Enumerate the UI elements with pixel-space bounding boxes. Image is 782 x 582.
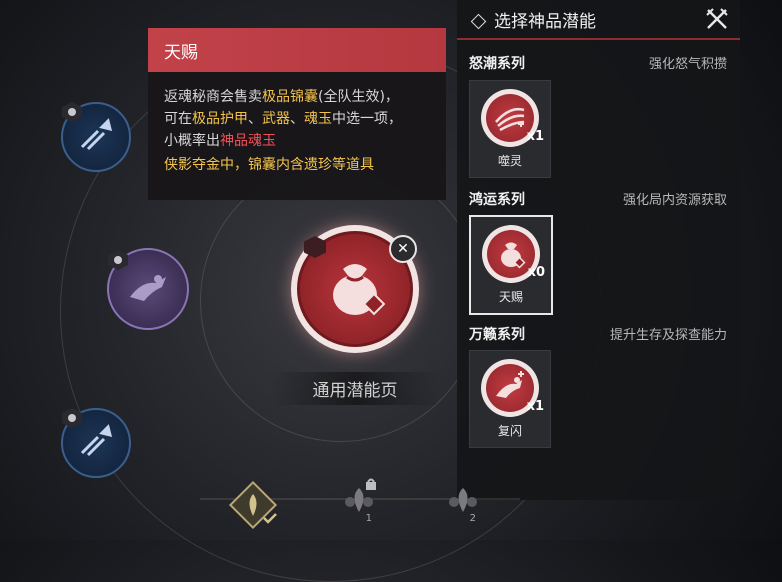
tooltip-text: 返魂秘商会售卖	[164, 89, 262, 105]
tooltip-text: 、	[248, 111, 262, 127]
panel-title-wrap: 选择神品潜能	[470, 7, 596, 32]
card-count: x0	[527, 265, 545, 280]
panel-header: 选择神品潜能	[457, 0, 740, 40]
tooltip-title: 天赐	[164, 42, 198, 63]
page-label: 通用潜能页	[270, 372, 440, 405]
card-label: 天赐	[498, 290, 523, 304]
section-desc: 强化怒气积攒	[648, 57, 727, 72]
page-number: 2	[469, 513, 476, 524]
page-tab-locked-1[interactable]: 1	[338, 478, 380, 524]
tooltip-line-1: 返魂秘商会售卖极品锦囊(全队生效)，	[164, 86, 430, 108]
tooltip-text: 可在	[164, 111, 192, 127]
section-header: 怒潮系列 强化怒气积攒	[469, 53, 727, 75]
section-desc: 强化局内资源获取	[622, 193, 727, 208]
close-icon[interactable]: ✕	[389, 235, 417, 263]
tooltip-highlight: 武器	[262, 111, 290, 127]
tooltip-line-2: 可在极品护甲、武器、魂玉中选一项，	[164, 108, 430, 130]
potential-panel: 选择神品潜能 怒潮系列 强化怒气积攒 x1 噬灵 鸿运系列 强化局内资源获取 x…	[457, 0, 740, 500]
lucky-bag-icon	[333, 264, 386, 316]
crest-icon	[228, 480, 278, 530]
tooltip-highlight-red: 神品魂玉	[220, 133, 276, 149]
page-number: 1	[365, 513, 372, 524]
tooltip-note: 侠影夺金中，锦囊内含遗珍等道具	[164, 157, 374, 173]
potential-card[interactable]: x1 复闪	[469, 350, 551, 448]
lucky-bag-icon	[501, 242, 526, 269]
page-tab-locked-2[interactable]: 2	[442, 478, 484, 524]
tooltip-highlight: 魂玉	[304, 111, 332, 127]
tooltip-text: 、	[290, 111, 304, 127]
diamond-icon	[470, 13, 487, 30]
card-label: 噬灵	[497, 154, 522, 168]
tooltip-text: (全队生效)，	[318, 89, 399, 105]
section-name: 怒潮系列	[469, 56, 525, 72]
section-name: 鸿运系列	[469, 192, 525, 208]
tooltip-highlight: 极品护甲	[192, 111, 248, 127]
tooltip-header: 天赐	[148, 28, 446, 72]
card-count: x1	[526, 129, 544, 144]
section-desc: 提升生存及探查能力	[609, 328, 727, 343]
tooltip-text: 小概率出	[164, 133, 220, 149]
dash-figure-icon	[130, 275, 166, 301]
locked-crest-icon	[345, 478, 376, 512]
section-header: 万籁系列 提升生存及探查能力	[469, 324, 727, 346]
crossed-swords-close-icon[interactable]	[704, 6, 730, 32]
tooltip-text: 中选一项，	[332, 111, 402, 127]
potential-card[interactable]: x1 噬灵	[469, 80, 551, 178]
blade-up-icon	[80, 424, 113, 457]
card-label: 复闪	[497, 424, 522, 438]
locked-crest-icon	[449, 488, 477, 512]
potential-card-selected[interactable]: x0 天赐	[469, 215, 553, 315]
claw-strike-icon	[495, 107, 525, 132]
page-tab-current[interactable]	[226, 478, 280, 532]
blade-up-icon	[80, 118, 113, 151]
talent-tooltip: 天赐 返魂秘商会售卖极品锦囊(全队生效)， 可在极品护甲、武器、魂玉中选一项， …	[148, 28, 446, 200]
tooltip-highlight: 极品锦囊	[262, 89, 318, 105]
section-header: 鸿运系列 强化局内资源获取	[469, 189, 727, 211]
tooltip-line-3: 小概率出神品魂玉	[164, 130, 430, 152]
dash-icon	[496, 371, 524, 398]
tooltip-body: 返魂秘商会售卖极品锦囊(全队生效)， 可在极品护甲、武器、魂玉中选一项， 小概率…	[148, 72, 446, 176]
card-count: x1	[526, 399, 544, 414]
panel-title: 选择神品潜能	[494, 11, 596, 32]
section-name: 万籁系列	[469, 327, 525, 343]
